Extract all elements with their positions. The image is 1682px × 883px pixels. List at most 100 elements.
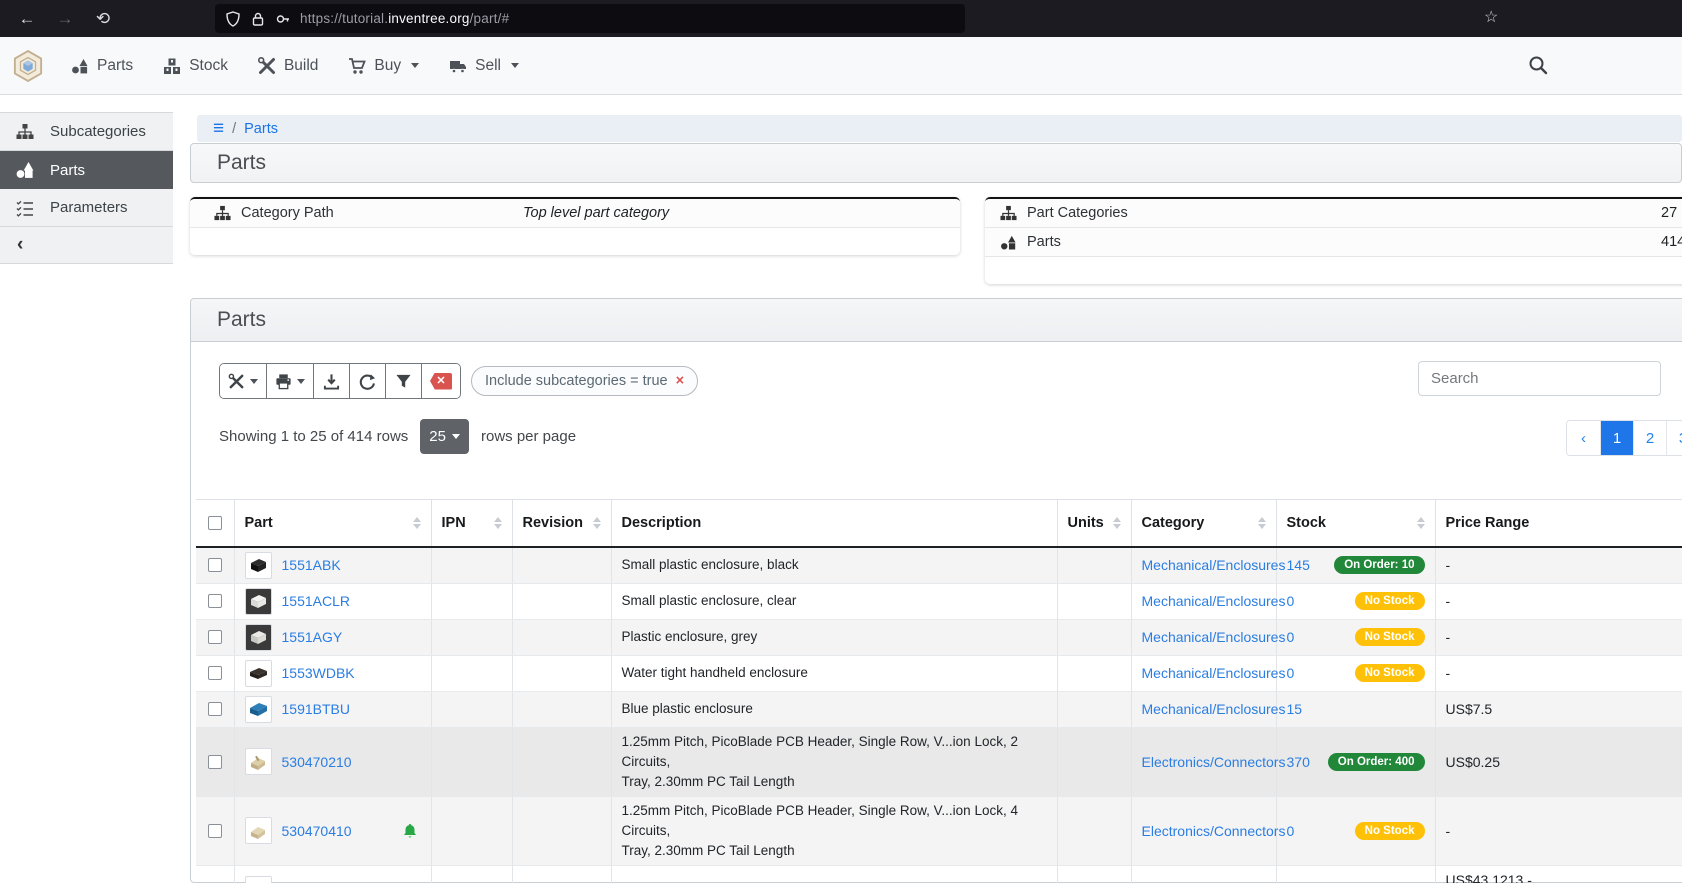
table-row[interactable]: 530470210 1.25mm Pitch, PicoBlade PCB He… xyxy=(196,727,1682,796)
pagination-page-1[interactable]: 1 xyxy=(1600,421,1633,455)
row-checkbox[interactable] xyxy=(208,702,222,716)
nav-item-parts[interactable]: Parts xyxy=(71,57,133,75)
shapes-icon xyxy=(16,161,34,179)
row-checkbox[interactable] xyxy=(208,666,222,680)
stock-count-link[interactable]: 370 xyxy=(1287,754,1310,770)
breadcrumb-separator: / xyxy=(232,121,236,137)
sitemap-icon xyxy=(1000,205,1017,222)
nav-item-stock[interactable]: Stock xyxy=(163,57,228,75)
select-all-header[interactable] xyxy=(196,500,234,547)
filter-chip-include-subcategories[interactable]: Include subcategories = true × xyxy=(471,366,698,396)
filter-chip-remove-icon[interactable]: × xyxy=(676,373,684,389)
ipn-cell xyxy=(431,727,512,796)
column-header-revision[interactable]: Revision xyxy=(512,500,611,547)
sort-icon[interactable] xyxy=(494,517,502,529)
sort-icon[interactable] xyxy=(413,517,421,529)
bookmark-star-icon[interactable]: ☆ xyxy=(1484,7,1498,27)
stock-count-link[interactable]: 0 xyxy=(1287,665,1295,681)
category-link[interactable]: Electronics/Connectors xyxy=(1142,754,1286,770)
units-cell xyxy=(1057,865,1131,883)
part-link[interactable]: 1551ACLR xyxy=(282,593,351,609)
category-link[interactable]: Mechanical/Enclosures xyxy=(1142,593,1286,609)
row-checkbox[interactable] xyxy=(208,755,222,769)
sort-icon[interactable] xyxy=(1258,517,1266,529)
column-header-price-range[interactable]: Price Range xyxy=(1435,500,1682,547)
page-size-dropdown[interactable]: 25 xyxy=(420,419,469,454)
column-header-description[interactable]: Description xyxy=(611,500,1057,547)
part-link[interactable]: 1551AGY xyxy=(282,629,343,645)
pagination-page-2[interactable]: 2 xyxy=(1633,421,1666,455)
part-link[interactable]: 1591BTBU xyxy=(282,701,350,717)
table-row[interactable]: 530470410 1.25mm Pitch, PicoBlade PCB He… xyxy=(196,796,1682,865)
column-header-units[interactable]: Units xyxy=(1057,500,1131,547)
sort-icon[interactable] xyxy=(593,517,601,529)
nav-item-buy[interactable]: Buy xyxy=(348,57,419,75)
ipn-cell xyxy=(431,583,512,619)
address-bar[interactable]: https://tutorial.inventree.org/part/# xyxy=(215,4,965,33)
stock-count-link[interactable]: 0 xyxy=(1287,629,1295,645)
table-row[interactable]: 1551ABK Small plastic enclosure, black M… xyxy=(196,547,1682,584)
clear-filters-button[interactable]: ✕ xyxy=(421,364,460,398)
nav-item-build[interactable]: Build xyxy=(258,57,318,75)
empty-row xyxy=(985,257,1682,284)
actions-dropdown-button[interactable] xyxy=(220,364,266,398)
pagination-page-3[interactable]: 3 xyxy=(1666,421,1682,455)
stock-count-link[interactable]: 145 xyxy=(1287,557,1310,573)
nav-item-sell[interactable]: Sell xyxy=(449,57,519,75)
sidebar-item-subcategories[interactable]: Subcategories xyxy=(0,113,173,151)
category-link[interactable]: Mechanical/Enclosures xyxy=(1142,665,1286,681)
download-button[interactable] xyxy=(313,364,349,398)
pagination-prev[interactable]: ‹ xyxy=(1567,421,1600,455)
stock-count-link[interactable]: 0 xyxy=(1287,823,1295,839)
row-checkbox[interactable] xyxy=(208,630,222,644)
row-checkbox[interactable] xyxy=(208,594,222,608)
table-row[interactable]: 1553WDBK Water tight handheld enclosure … xyxy=(196,655,1682,691)
category-link[interactable]: Electronics/Connectors xyxy=(1142,823,1286,839)
inventree-logo[interactable] xyxy=(13,50,43,82)
sidebar-item-parts[interactable]: Parts xyxy=(0,151,173,189)
refresh-button[interactable] xyxy=(349,364,385,398)
part-link[interactable]: 1551ABK xyxy=(282,557,341,573)
breadcrumb-link-parts[interactable]: Parts xyxy=(244,121,278,137)
stock-count-link[interactable]: 15 xyxy=(1287,701,1303,717)
column-header-part[interactable]: Part xyxy=(234,500,431,547)
table-row[interactable]: Blue Chair $ A chair - with blue paint F… xyxy=(196,865,1682,883)
category-link[interactable]: Mechanical/Enclosures xyxy=(1142,701,1286,717)
browser-back-button[interactable]: ← xyxy=(14,6,40,32)
browser-forward-button[interactable]: → xyxy=(52,6,78,32)
table-row[interactable]: 1551ACLR Small plastic enclosure, clear … xyxy=(196,583,1682,619)
breadcrumb-menu-icon[interactable]: ≡ xyxy=(213,119,224,138)
sort-icon[interactable] xyxy=(1417,517,1425,529)
category-link[interactable]: Mechanical/Enclosures xyxy=(1142,557,1286,573)
select-all-checkbox[interactable] xyxy=(208,516,222,530)
row-checkbox[interactable] xyxy=(208,824,222,838)
lock-icon[interactable] xyxy=(250,11,266,27)
status-badge: On Order: 400 xyxy=(1328,753,1425,771)
part-link[interactable]: 530470410 xyxy=(282,823,352,839)
filter-button[interactable] xyxy=(385,364,421,398)
sidebar-item-parameters[interactable]: Parameters xyxy=(0,189,173,227)
description-cell: Plastic enclosure, grey xyxy=(611,619,1057,655)
table-toolbar: ✕ Include subcategories = true × xyxy=(219,363,698,399)
part-thumbnail xyxy=(245,817,272,844)
column-header-stock[interactable]: Stock xyxy=(1276,500,1435,547)
print-dropdown-button[interactable] xyxy=(266,364,313,398)
table-row[interactable]: 1591BTBU Blue plastic enclosure Mechanic… xyxy=(196,691,1682,727)
row-checkbox[interactable] xyxy=(208,558,222,572)
stock-count-link[interactable]: 0 xyxy=(1287,593,1295,609)
part-thumbnail xyxy=(245,660,272,687)
part-link[interactable]: 1553WDBK xyxy=(282,665,355,681)
browser-reload-button[interactable]: ⟲ xyxy=(90,6,116,32)
category-link[interactable]: Mechanical/Enclosures xyxy=(1142,629,1286,645)
sort-icon[interactable] xyxy=(1113,517,1121,529)
key-permission-icon[interactable] xyxy=(275,11,291,27)
search-input[interactable] xyxy=(1418,361,1661,396)
column-header-ipn[interactable]: IPN xyxy=(431,500,512,547)
table-row[interactable]: 1551AGY Plastic enclosure, grey Mechanic… xyxy=(196,619,1682,655)
part-link[interactable]: 530470210 xyxy=(282,754,352,770)
table-header-row: Part IPN Revision Description Units Cate… xyxy=(196,500,1682,547)
search-icon[interactable] xyxy=(1528,55,1548,75)
sidebar-collapse-button[interactable]: ‹ xyxy=(0,227,173,264)
stat-row-parts: Parts 414 xyxy=(985,228,1682,257)
column-header-category[interactable]: Category xyxy=(1131,500,1276,547)
